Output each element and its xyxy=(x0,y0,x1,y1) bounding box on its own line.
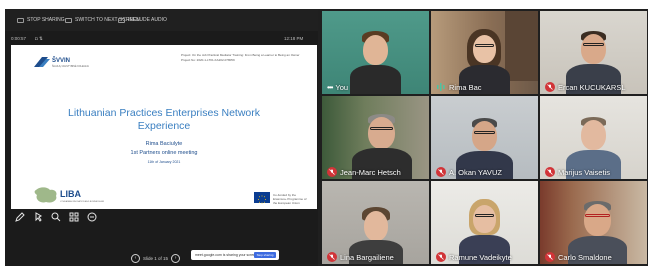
participant-tile[interactable]: Ercan KUCUKARSL xyxy=(540,11,647,94)
slide-navigation: ‹ Slide 1 of 15 › xyxy=(131,252,181,264)
liba-logo: LIBA LITHUANIAN INNOVATION AND BUSINESS … xyxy=(34,184,114,206)
muted-mic-icon xyxy=(545,252,555,262)
muted-mic-icon xyxy=(436,252,446,262)
muted-mic-icon xyxy=(545,167,555,177)
participant-name-bar: Rima Bac xyxy=(431,80,538,94)
presentation-slide: ŠVVIN ŠIAULIŲ VALSTYBINĖ KOLEGIJA Projec… xyxy=(11,45,317,209)
next-slide-button[interactable]: › xyxy=(171,253,181,263)
annotation-toolbar xyxy=(15,212,97,222)
eu-funding-badge: Co-funded by the Erasmus+ Programme of t… xyxy=(254,192,310,205)
participant-tile[interactable]: Ramune Vadeikyte xyxy=(431,181,538,264)
participant-tile[interactable]: Carlo Smaldone xyxy=(540,181,647,264)
participant-name: Carlo Smaldone xyxy=(558,252,612,262)
muted-mic-icon xyxy=(436,167,446,177)
participant-name: A. Okan YAVUZ xyxy=(449,167,502,177)
switch-icon xyxy=(65,17,72,23)
toolbar-label: INCLUDE AUDIO xyxy=(128,17,167,23)
project-number: Project No: 2020-1-LT01-KA202-078059 xyxy=(181,58,235,62)
pen-icon[interactable] xyxy=(15,212,25,222)
participant-name-bar: Lina Bargailiene xyxy=(322,250,429,264)
slide-title: Lithuanian Practices Enterprises Network… xyxy=(11,107,317,133)
share-status-bar: 0:00:57 ◘ ⇅ 12:18 PM xyxy=(5,33,318,44)
participant-tile[interactable]: A. Okan YAVUZ xyxy=(431,96,538,179)
participant-tile[interactable]: ••• You xyxy=(322,11,429,94)
svg-text:LITHUANIAN INNOVATION AND BUSI: LITHUANIAN INNOVATION AND BUSINESS ASSOC… xyxy=(60,200,104,203)
toolbar-label: STOP SHARING xyxy=(27,17,65,23)
muted-mic-icon xyxy=(545,82,555,92)
participant-name: Marijus Vaisetis xyxy=(558,167,610,177)
muted-mic-icon xyxy=(327,167,337,177)
participant-name-bar: Jean-Marc Hetsch xyxy=(322,165,429,179)
pointer-icon[interactable] xyxy=(33,212,43,222)
participant-grid: ••• You Rima Bac Ercan KUCUKARSL Jean-Ma… xyxy=(320,9,648,266)
eu-text: Co-funded by the Erasmus+ Programme of t… xyxy=(273,193,307,205)
sharing-message: meet.google.com is sharing your screen xyxy=(195,253,258,257)
status-icons: ◘ ⇅ xyxy=(35,36,43,41)
participant-name: Lina Bargailiene xyxy=(340,252,394,262)
stop-sharing-toast-button[interactable]: Stop sharing xyxy=(254,252,276,258)
svg-text:LIBA: LIBA xyxy=(60,189,81,199)
zoom-icon[interactable] xyxy=(51,212,61,222)
participant-name-bar: Ercan KUCUKARSL xyxy=(540,80,647,94)
stop-sharing-button[interactable]: STOP SHARING xyxy=(17,17,65,23)
project-info: Project: On the Job Practical Mediator T… xyxy=(181,53,311,63)
slide-title-line: Experience xyxy=(137,120,191,132)
muted-mic-icon xyxy=(327,252,337,262)
speaking-indicator-icon xyxy=(436,78,446,94)
participant-tile[interactable]: Marijus Vaisetis xyxy=(540,96,647,179)
audio-icon xyxy=(118,17,125,23)
participant-name: Rima Bac xyxy=(449,82,482,92)
participant-name-bar: ••• You xyxy=(322,80,429,94)
slide-date: 11th of January 2021 xyxy=(147,160,181,164)
more-icon[interactable] xyxy=(87,212,97,222)
share-toolbar: STOP SHARING SWITCH TO NEXT SCREEN INCLU… xyxy=(5,9,318,31)
clock: 12:18 PM xyxy=(284,36,304,41)
svg-text:ŠVVIN: ŠVVIN xyxy=(52,56,70,64)
participant-name: You xyxy=(335,82,349,92)
participant-tile[interactable]: Rima Bac xyxy=(431,11,538,94)
include-audio-button[interactable]: INCLUDE AUDIO xyxy=(118,17,167,23)
participant-tile[interactable]: Jean-Marc Hetsch xyxy=(322,96,429,179)
slide-counter: Slide 1 of 15 xyxy=(143,255,169,261)
elapsed-time: 0:00:57 xyxy=(11,36,27,41)
slide-author: Rima Baciulyte xyxy=(145,141,183,147)
slide-title-line: Lithuanian Practices Enterprises Network xyxy=(67,107,260,119)
svg-text:ŠIAULIŲ VALSTYBINĖ KOLEGIJA: ŠIAULIŲ VALSTYBINĖ KOLEGIJA xyxy=(52,65,89,68)
eu-flag-icon xyxy=(254,192,270,204)
screen-share-panel: STOP SHARING SWITCH TO NEXT SCREEN INCLU… xyxy=(5,9,318,266)
slide-meeting: 1st Partners online meeting xyxy=(130,150,198,156)
svvin-logo: ŠVVIN ŠIAULIŲ VALSTYBINĖ KOLEGIJA xyxy=(34,55,102,69)
grid-icon[interactable] xyxy=(69,212,79,222)
participant-name-bar: Ramune Vadeikyte xyxy=(431,250,538,264)
sharing-notification: meet.google.com is sharing your screen S… xyxy=(191,250,279,260)
screen-icon xyxy=(17,17,24,23)
participant-name: Ercan KUCUKARSL xyxy=(558,82,626,92)
participant-name: Ramune Vadeikyte xyxy=(449,252,512,262)
participant-name-bar: Marijus Vaisetis xyxy=(540,165,647,179)
meeting-screen: STOP SHARING SWITCH TO NEXT SCREEN INCLU… xyxy=(5,9,648,266)
participant-name-bar: A. Okan YAVUZ xyxy=(431,165,538,179)
participant-name-bar: Carlo Smaldone xyxy=(540,250,647,264)
previous-slide-button[interactable]: ‹ xyxy=(131,253,140,263)
participant-name: Jean-Marc Hetsch xyxy=(340,167,401,177)
participant-tile[interactable]: Lina Bargailiene xyxy=(322,181,429,264)
more-options-icon[interactable]: ••• xyxy=(327,83,333,92)
